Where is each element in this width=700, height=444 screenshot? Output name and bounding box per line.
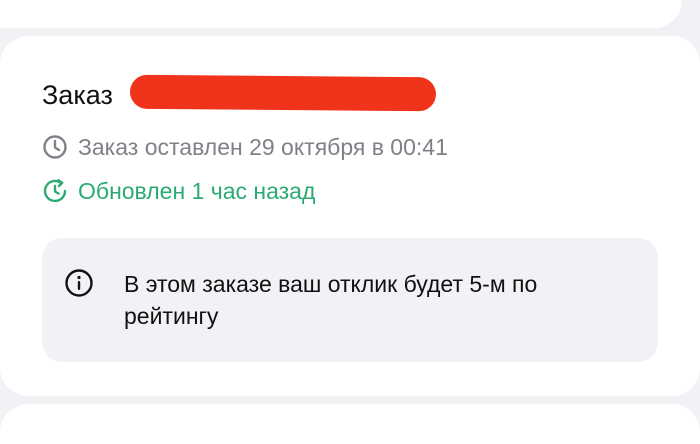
order-updated-row: Обновлен 1 час назад [42,177,315,205]
refresh-clock-icon [42,178,68,204]
order-placed-text: Заказ оставлен 29 октября в 00:41 [78,134,448,160]
order-updated-text: Обновлен 1 час назад [78,178,316,204]
redaction-mark [129,74,437,112]
rating-info-text: В этом заказе ваш отклик будет 5-м по ре… [124,271,538,329]
order-title: Заказ [42,80,113,110]
clock-icon [42,134,68,160]
next-card [0,404,700,444]
previous-card [0,0,682,28]
order-placed-row: Заказ оставлен 29 октября в 00:41 [42,133,448,161]
info-icon [64,268,94,298]
rating-info-box: В этом заказе ваш отклик будет 5-м по ре… [42,238,658,362]
